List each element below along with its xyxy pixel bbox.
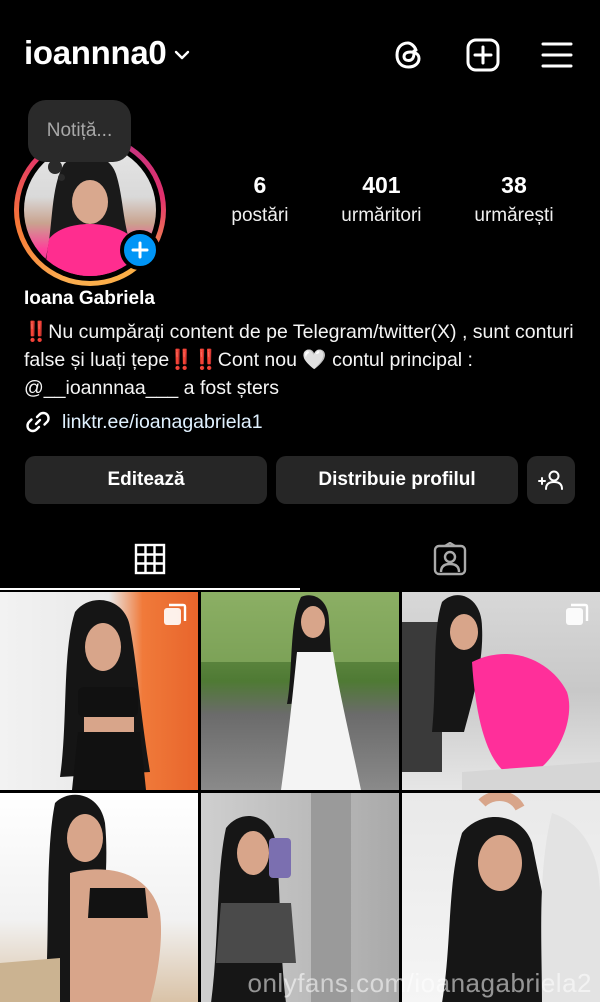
stat-value: 38 [501, 172, 527, 198]
plus-icon [131, 241, 149, 259]
note-bubble-tail [48, 160, 62, 174]
stat-value: 401 [362, 172, 401, 198]
note-bubble[interactable]: Notiță... [28, 100, 131, 162]
stat-posts[interactable]: 6 postări [231, 172, 288, 227]
tagged-icon [433, 542, 467, 576]
link-icon [26, 411, 50, 433]
profile-link-text: linktr.ee/ioanagabriela1 [62, 410, 263, 433]
add-post-icon[interactable] [464, 36, 502, 74]
stat-following[interactable]: 38 urmărești [474, 172, 553, 227]
tab-posts-grid[interactable] [0, 528, 300, 590]
share-profile-button[interactable]: Distribuie profilul [276, 456, 518, 504]
stat-label: postări [231, 205, 289, 226]
profile-tabs [0, 528, 600, 590]
bio-text: ‼️Nu cumpărați content de pe Telegram/tw… [24, 321, 580, 399]
note-placeholder: Notiță... [46, 120, 113, 141]
threads-icon[interactable] [390, 36, 428, 74]
stat-followers[interactable]: 401 urmăritori [341, 172, 421, 227]
edit-profile-label: Editează [107, 469, 185, 490]
grid-icon [134, 543, 166, 575]
chevron-down-icon [175, 50, 190, 60]
post-thumbnail[interactable] [402, 592, 600, 790]
active-tab-indicator [0, 588, 300, 590]
stat-value: 6 [253, 172, 267, 198]
post-thumbnail[interactable] [0, 592, 198, 790]
share-profile-label: Distribuie profilul [318, 469, 476, 490]
tab-tagged[interactable] [300, 528, 600, 590]
post-photo [201, 592, 399, 790]
top-bar: ioannna0 [0, 0, 600, 110]
account-switcher[interactable]: ioannna0 [24, 34, 192, 72]
stat-label: urmăritori [341, 205, 422, 226]
watermark: onlyfans.com/ioanagabriela2 [247, 968, 592, 998]
post-thumbnail[interactable] [201, 592, 399, 790]
display-name: Ioana Gabriela [24, 288, 155, 309]
menu-icon[interactable] [538, 36, 576, 74]
multiple-photos-icon [566, 603, 589, 625]
stat-label: urmărești [474, 205, 554, 226]
profile-stats: 6 postări 401 urmăritori 38 urmărești [205, 172, 580, 227]
add-story-button[interactable] [120, 230, 160, 270]
add-person-icon [538, 470, 563, 490]
multiple-photos-icon [164, 603, 187, 625]
note-bubble-tail-small [58, 174, 65, 181]
profile-link[interactable]: linktr.ee/ioanagabriela1 [24, 408, 263, 436]
posts-grid [0, 592, 600, 1002]
username-label: ioannna0 [24, 34, 167, 71]
discover-people-button[interactable] [527, 456, 575, 504]
edit-profile-button[interactable]: Editează [25, 456, 267, 504]
